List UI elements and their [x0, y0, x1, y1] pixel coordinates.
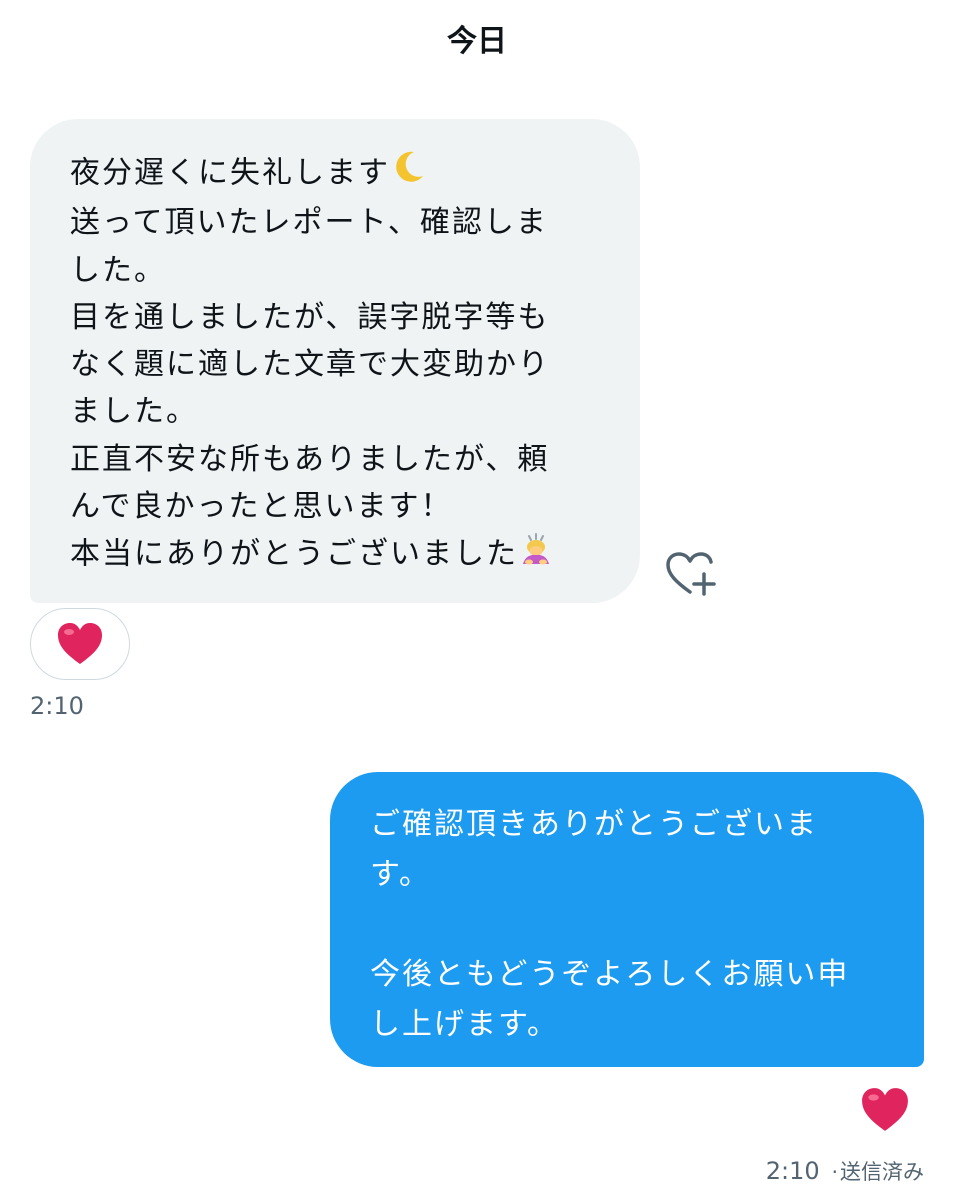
- message-line: す。: [370, 857, 431, 892]
- crescent-moon-icon: [390, 149, 426, 199]
- message-line: ました。: [70, 394, 198, 430]
- add-reaction-button[interactable]: [664, 548, 716, 600]
- red-heart-icon: [860, 1086, 910, 1134]
- message-line: 送って頂いたレポート、確認しま: [70, 205, 548, 241]
- message-line: [370, 900, 894, 950]
- message-line: んで良かったと思います！: [70, 489, 453, 525]
- outgoing-status: 2:10 ·送信済み: [766, 1155, 924, 1188]
- person-bowing-icon: [518, 530, 554, 580]
- message-line: 本当にありがとうございました: [70, 530, 610, 580]
- heart-plus-icon: [664, 552, 716, 604]
- outgoing-reaction[interactable]: [860, 1086, 910, 1134]
- outgoing-message-bubble[interactable]: ご確認頂きありがとうございま す。 今後ともどうぞよろしくお願い申 し上げます。: [330, 772, 924, 1067]
- status-separator: ·: [831, 1160, 838, 1184]
- message-line: 正直不安な所もありましたが、頼: [70, 441, 550, 477]
- red-heart-icon: [56, 621, 104, 667]
- date-divider: 今日: [447, 24, 507, 59]
- outgoing-timestamp: 2:10: [765, 1157, 820, 1185]
- message-line: 夜分遅くに失礼します: [70, 149, 610, 199]
- incoming-reaction[interactable]: [30, 608, 130, 680]
- incoming-timestamp: 2:10: [30, 692, 84, 720]
- message-line: なく題に適した文章で大変助かり: [70, 347, 550, 383]
- message-line: 目を通しましたが、誤字脱字等も: [70, 299, 550, 335]
- message-line: 今後ともどうぞよろしくお願い申: [370, 957, 850, 992]
- dm-conversation: 今日 夜分遅くに失礼します 送って頂いたレポート、確認しま した。 目を通しまし…: [0, 0, 954, 1199]
- message-line: した。: [70, 252, 166, 288]
- incoming-message-bubble[interactable]: 夜分遅くに失礼します 送って頂いたレポート、確認しま した。 目を通しましたが、…: [30, 119, 640, 603]
- sent-status-label: 送信済み: [840, 1160, 924, 1184]
- message-line: ご確認頂きありがとうございま: [370, 807, 818, 842]
- message-line: し上げます。: [370, 1007, 559, 1042]
